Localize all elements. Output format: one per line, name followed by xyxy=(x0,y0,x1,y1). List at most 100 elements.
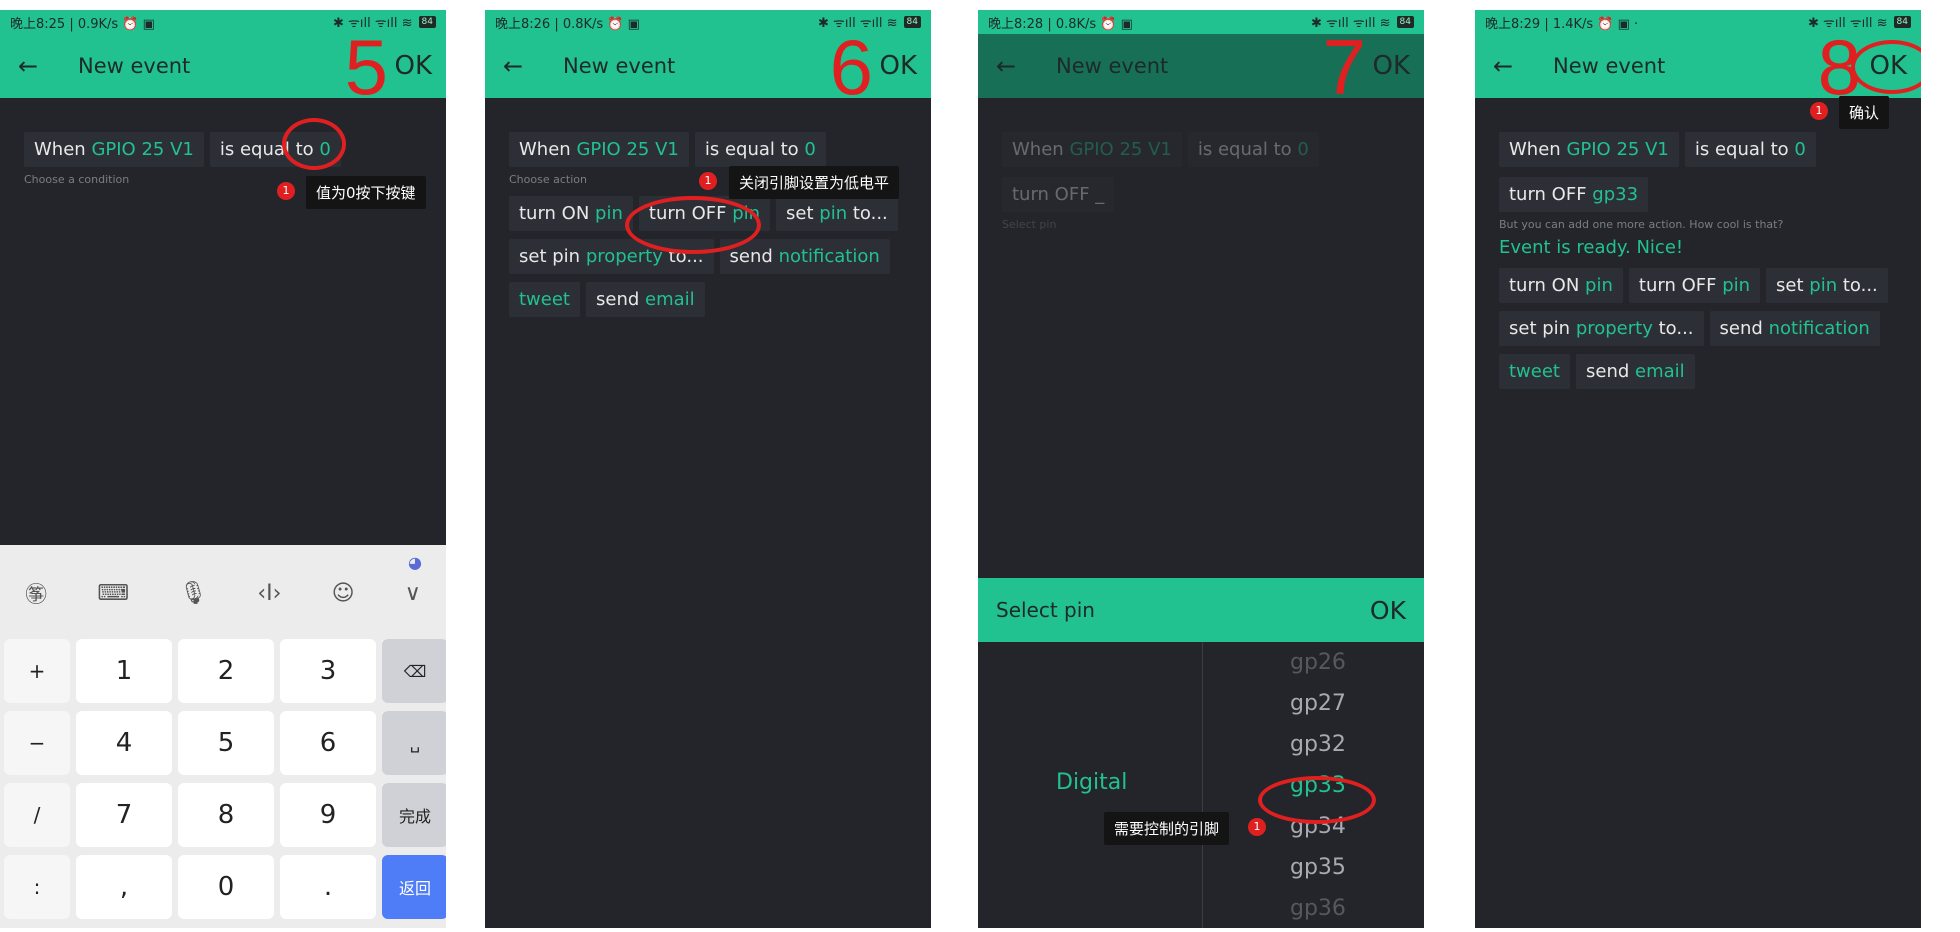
annotation-tooltip: 值为0按下按键 xyxy=(306,176,426,209)
back-arrow-icon[interactable]: ← xyxy=(18,52,60,80)
cursor-icon[interactable]: ‹I› xyxy=(257,581,281,606)
microphone-icon[interactable]: 🎙 xyxy=(179,581,207,606)
condition-chip[interactable]: is equal to 0 xyxy=(1187,132,1319,167)
pin-option[interactable]: gp32 xyxy=(1290,724,1346,765)
event-editor: When GPIO 25 V1 is equal to 0 turn OFF g… xyxy=(1475,98,1921,413)
action-label: turn OFF xyxy=(1509,184,1587,205)
turn-off-chip[interactable]: turn OFF _ xyxy=(1002,177,1115,212)
key-3[interactable]: 3 xyxy=(280,639,376,703)
step-number: 6 xyxy=(829,23,873,111)
key-minus[interactable]: − xyxy=(4,711,70,775)
back-arrow-icon[interactable]: ← xyxy=(1493,52,1535,80)
key-2[interactable]: 2 xyxy=(178,639,274,703)
action-set-pin-property[interactable]: set pin property to... xyxy=(1499,311,1704,346)
screen-condition-value: 晚上8:25 | 0.9K/s ⏰ ▣ ✱ ᯤıll ᯤıll ≋ 84 ← Ne… xyxy=(0,10,446,928)
condition-label: is equal to xyxy=(1694,139,1789,160)
key-colon[interactable]: : xyxy=(4,855,70,919)
collapse-icon[interactable]: ∨ xyxy=(405,581,421,606)
key-6[interactable]: 6 xyxy=(280,711,376,775)
when-chip[interactable]: When GPIO 25 V1 xyxy=(1499,132,1679,167)
action-tweet[interactable]: tweet xyxy=(1499,354,1570,389)
pin-option[interactable]: gp36 xyxy=(1290,888,1346,928)
key-8[interactable]: 8 xyxy=(178,783,274,847)
assistant-icon[interactable]: ◕ xyxy=(408,553,422,572)
step-number: 7 xyxy=(1322,23,1366,111)
key-plus[interactable]: + xyxy=(4,639,70,703)
condition-chip[interactable]: is equal to 0 xyxy=(1684,132,1816,167)
status-time: 晚上8:26 | 0.8K/s ⏰ ▣ xyxy=(495,16,640,32)
action-turn-on-pin[interactable]: turn ON pin xyxy=(1499,268,1623,303)
back-arrow-icon[interactable]: ← xyxy=(503,52,545,80)
key-slash[interactable]: / xyxy=(4,783,70,847)
pin-label: GPIO 25 V1 xyxy=(576,139,679,160)
action-send-email[interactable]: send email xyxy=(1576,354,1695,389)
action-set-pin[interactable]: set pin to... xyxy=(1766,268,1888,303)
return-key[interactable]: 返回 xyxy=(382,855,446,919)
action-suffix: to... xyxy=(1842,275,1878,296)
action-label: send xyxy=(596,289,640,310)
turn-off-chip[interactable]: turn OFF gp33 xyxy=(1499,177,1649,212)
key-9[interactable]: 9 xyxy=(280,783,376,847)
key-4[interactable]: 4 xyxy=(76,711,172,775)
when-chip[interactable]: When GPIO 25 V1 xyxy=(24,132,204,167)
back-arrow-icon[interactable]: ← xyxy=(996,52,1038,80)
action-target: email xyxy=(1635,361,1685,382)
space-icon[interactable]: ␣ xyxy=(382,711,446,775)
action-suffix: to... xyxy=(1658,318,1694,339)
action-target: tweet xyxy=(519,289,570,310)
pin-picker[interactable]: Digital gp26 gp27 gp32 gp33 gp34 gp35 gp… xyxy=(978,642,1424,928)
condition-chip[interactable]: is equal to 0 xyxy=(694,132,826,167)
done-key[interactable]: 完成 xyxy=(382,783,446,847)
key-5[interactable]: 5 xyxy=(178,711,274,775)
action-send-email[interactable]: send email xyxy=(586,282,705,317)
ok-button[interactable]: OK xyxy=(879,51,917,81)
picker-divider xyxy=(1202,642,1203,928)
keyboard-icon[interactable]: ⌨ xyxy=(97,581,129,606)
when-chip[interactable]: When GPIO 25 V1 xyxy=(509,132,689,167)
action-target: property xyxy=(1575,318,1653,339)
annotation-badge: 1 xyxy=(699,172,717,190)
action-tweet[interactable]: tweet xyxy=(509,282,580,317)
value-label: 0 xyxy=(804,139,816,160)
when-label: When xyxy=(519,139,571,160)
action-set-pin[interactable]: set pin to... xyxy=(776,196,898,231)
status-time: 晚上8:25 | 0.9K/s ⏰ ▣ xyxy=(10,16,155,32)
select-pin-bar: Select pin OK xyxy=(978,578,1424,642)
ok-button[interactable]: OK xyxy=(394,51,432,81)
handwriting-icon[interactable]: ㉇ xyxy=(25,577,47,609)
action-target: pin xyxy=(1585,275,1613,296)
key-dot[interactable]: . xyxy=(280,855,376,919)
action-target: notification xyxy=(778,246,880,267)
key-0[interactable]: 0 xyxy=(178,855,274,919)
pin-option[interactable]: gp27 xyxy=(1290,683,1346,724)
pin-label: GPIO 25 V1 xyxy=(1069,139,1172,160)
page-title: New event xyxy=(1553,54,1666,78)
action-label: set xyxy=(786,203,814,224)
backspace-icon[interactable]: ⌫ xyxy=(382,639,446,703)
action-send-notification[interactable]: send notification xyxy=(1709,311,1880,346)
action-target: property xyxy=(585,246,663,267)
action-send-notification[interactable]: send notification xyxy=(719,239,890,274)
hint-text: Select pin xyxy=(1002,218,1057,231)
action-turn-off-pin[interactable]: turn OFF pin xyxy=(1628,268,1761,303)
battery-icon: 84 xyxy=(1396,16,1414,28)
action-turn-on-pin[interactable]: turn ON pin xyxy=(509,196,633,231)
emoji-icon[interactable]: ☺ xyxy=(332,581,355,606)
pin-option[interactable]: gp26 xyxy=(1290,642,1346,683)
battery-icon: 84 xyxy=(903,16,921,28)
action-label: turn ON xyxy=(519,203,590,224)
pin-option[interactable]: gp35 xyxy=(1290,847,1346,888)
pin-label: GPIO 25 V1 xyxy=(91,139,194,160)
pin-category[interactable]: Digital xyxy=(1056,770,1127,795)
value-label: 0 xyxy=(1794,139,1806,160)
screen-choose-action: 晚上8:26 | 0.8K/s ⏰ ▣ ✱ ᯤıll ᯤıll ≋ 84 ← Ne… xyxy=(485,10,931,928)
key-7[interactable]: 7 xyxy=(76,783,172,847)
key-comma[interactable]: , xyxy=(76,855,172,919)
select-ok-button[interactable]: OK xyxy=(1370,596,1406,625)
ok-button[interactable]: OK xyxy=(1372,51,1410,81)
page-title: New event xyxy=(78,54,191,78)
key-1[interactable]: 1 xyxy=(76,639,172,703)
step-number: 5 xyxy=(344,23,388,111)
when-chip[interactable]: When GPIO 25 V1 xyxy=(1002,132,1182,167)
annotation-tooltip: 关闭引脚设置为低电平 xyxy=(729,166,900,199)
